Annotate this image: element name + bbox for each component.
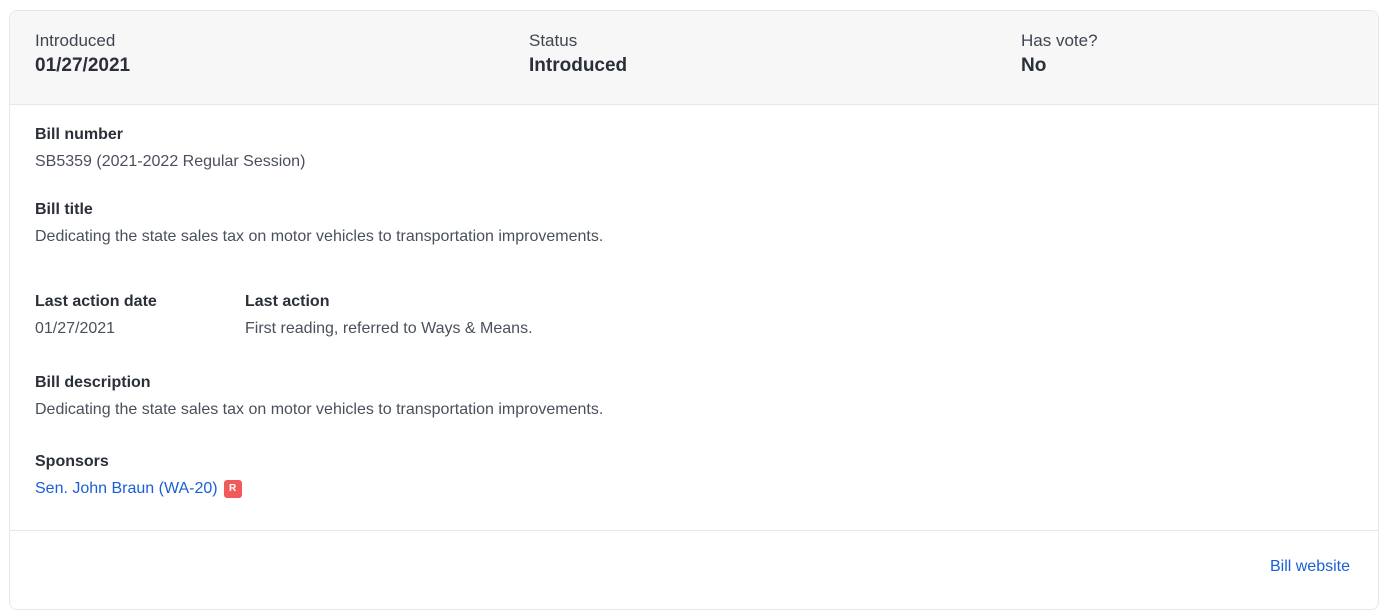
sponsors-field: Sponsors Sen. John Braun (WA-20) R xyxy=(35,452,242,499)
last-action-value: First reading, referred to Ways & Means. xyxy=(245,320,533,337)
status-label: Status xyxy=(529,31,578,50)
bill-number-field: Bill number SB5359 (2021-2022 Regular Se… xyxy=(35,125,305,172)
bill-title-value: Dedicating the state sales tax on motor … xyxy=(35,228,604,245)
last-action-date-value: 01/27/2021 xyxy=(35,320,116,337)
introduced-value: 01/27/2021 xyxy=(35,55,131,76)
last-action-date-field: Last action date 01/27/2021 xyxy=(35,292,157,339)
bill-summary-bar: Introduced 01/27/2021 Status Introduced … xyxy=(10,11,1378,105)
introduced-stat: Introduced 01/27/2021 xyxy=(35,30,130,79)
bill-card: Introduced 01/27/2021 Status Introduced … xyxy=(9,10,1379,610)
last-action-date-label: Last action date xyxy=(35,293,157,310)
sponsor-item: Sen. John Braun (WA-20) R xyxy=(35,479,242,499)
bill-title-field: Bill title Dedicating the state sales ta… xyxy=(35,200,603,247)
sponsors-label: Sponsors xyxy=(35,453,109,470)
bill-number-label: Bill number xyxy=(35,126,124,143)
footer-divider xyxy=(10,530,1378,531)
has-vote-label: Has vote? xyxy=(1021,31,1098,50)
bill-description-value: Dedicating the state sales tax on motor … xyxy=(35,401,604,418)
bill-number-value: SB5359 (2021-2022 Regular Session) xyxy=(35,153,306,170)
introduced-label: Introduced xyxy=(35,31,116,50)
sponsor-link[interactable]: Sen. John Braun (WA-20) xyxy=(35,479,218,499)
bill-description-field: Bill description Dedicating the state sa… xyxy=(35,373,603,420)
last-action-field: Last action First reading, referred to W… xyxy=(245,292,533,339)
status-value: Introduced xyxy=(529,55,628,76)
party-badge: R xyxy=(223,480,242,498)
has-vote-stat: Has vote? No xyxy=(1021,30,1098,79)
bill-description-label: Bill description xyxy=(35,374,151,391)
card-footer: Bill website xyxy=(1270,557,1350,577)
status-stat: Status Introduced xyxy=(529,30,627,79)
bill-title-label: Bill title xyxy=(35,201,93,218)
bill-website-link[interactable]: Bill website xyxy=(1270,558,1350,575)
last-action-label: Last action xyxy=(245,293,330,310)
has-vote-value: No xyxy=(1021,55,1047,76)
